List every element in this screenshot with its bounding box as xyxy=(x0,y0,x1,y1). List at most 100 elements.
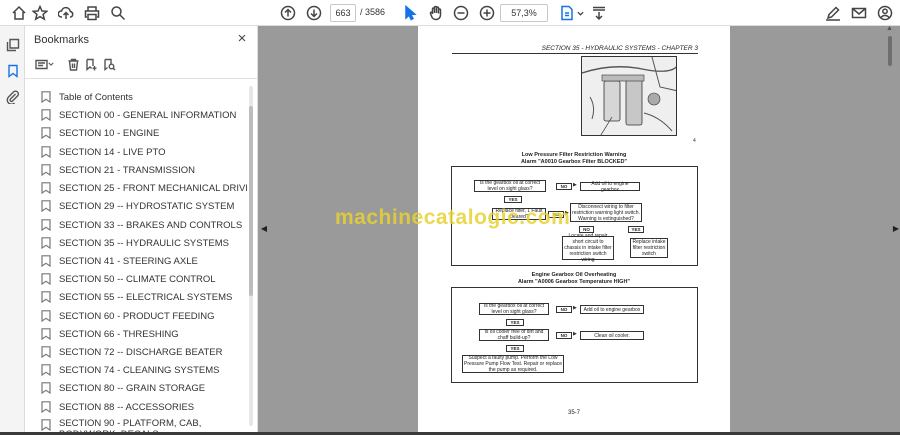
search-icon[interactable] xyxy=(109,4,127,22)
bookmarks-panel: Bookmarks × Table of Contents SECTION 00… xyxy=(25,26,258,435)
bookmark-icon xyxy=(41,273,51,286)
cloud-upload-icon[interactable] xyxy=(57,4,75,22)
bookmark-icon xyxy=(41,419,51,432)
collapse-left-icon[interactable]: ◀ xyxy=(260,222,268,236)
chart1-no-1: NO xyxy=(556,183,572,190)
bookmark-icon xyxy=(41,182,51,195)
print-icon[interactable] xyxy=(83,4,101,22)
document-viewer[interactable]: ◀ ▶ SECTION 35 - HYDRAULIC SYSTEMS - CHA… xyxy=(258,26,900,435)
edit-sign-icon[interactable] xyxy=(824,4,842,22)
account-icon[interactable] xyxy=(876,4,894,22)
close-panel-button[interactable]: × xyxy=(234,31,250,47)
bookmark-item[interactable]: SECTION 21 - TRANSMISSION xyxy=(41,161,195,179)
attachment-icon[interactable] xyxy=(4,88,21,105)
document-scrollbar-thumb[interactable] xyxy=(888,36,892,66)
read-mode-icon[interactable] xyxy=(590,4,608,22)
add-bookmark-icon[interactable] xyxy=(83,56,99,72)
bookmark-list: Table of Contents SECTION 00 - GENERAL I… xyxy=(25,79,247,435)
chart2-clean-cooler: Clean oil cooler. xyxy=(580,331,644,340)
chart1-add-oil: Add oil to engine gearbox xyxy=(580,181,640,193)
delete-bookmark-icon[interactable] xyxy=(65,56,81,72)
bookmark-icon xyxy=(41,346,51,359)
bookmark-item[interactable]: SECTION 29 -- HYDROSTATIC SYSTEM xyxy=(41,197,234,215)
next-page-icon[interactable] xyxy=(305,4,323,22)
bookmark-label: SECTION 72 -- DISCHARGE BEATER xyxy=(59,346,223,358)
bookmark-item[interactable]: SECTION 33 -- BRAKES AND CONTROLS xyxy=(41,216,242,234)
bookmark-item[interactable]: SECTION 50 -- CLIMATE CONTROL xyxy=(41,270,216,288)
chart1-yes-2: YES xyxy=(628,226,644,233)
chart2-frame: Is the gearbox oil at correct level on s… xyxy=(451,287,698,383)
options-chevron-icon[interactable] xyxy=(47,56,55,72)
chart2-yes-2: YES xyxy=(506,345,524,352)
chart1-question-oil-level: Is the gearbox oil at correct level on s… xyxy=(474,180,546,192)
bookmark-label: SECTION 21 - TRANSMISSION xyxy=(59,164,196,176)
bookmark-label: SECTION 14 - LIVE PTO xyxy=(59,146,166,158)
page-total-label: / 3586 xyxy=(360,7,386,17)
bookmark-item[interactable]: SECTION 60 - PRODUCT FEEDING xyxy=(41,307,215,325)
previous-page-icon[interactable] xyxy=(279,4,297,22)
bookmark-icon xyxy=(41,164,51,177)
bookmark-icon xyxy=(41,255,51,268)
bookmark-item[interactable]: SECTION 00 - GENERAL INFORMATION xyxy=(41,106,236,124)
bookmark-label: SECTION 33 -- BRAKES AND CONTROLS xyxy=(59,219,243,231)
bookmark-icon xyxy=(41,200,51,213)
chart1-alarm: Alarm "A0010 Gearbox Filter BLOCKED" xyxy=(520,159,628,165)
bookmark-label: SECTION 29 -- HYDROSTATIC SYSTEM xyxy=(59,200,235,212)
bookmark-item[interactable]: Table of Contents xyxy=(41,88,133,106)
fit-page-icon[interactable] xyxy=(558,4,576,22)
bookmark-item[interactable]: SECTION 80 -- GRAIN STORAGE xyxy=(41,379,205,397)
bookmark-icon xyxy=(41,382,51,395)
page-thumbnails-icon[interactable] xyxy=(4,36,21,53)
bookmark-item[interactable]: SECTION 66 - THRESHING xyxy=(41,325,179,343)
bookmark-item[interactable]: SECTION 72 -- DISCHARGE BEATER xyxy=(41,343,222,361)
page-header: SECTION 35 - HYDRAULIC SYSTEMS - CHAPTER… xyxy=(541,45,698,52)
bookmark-icon xyxy=(41,328,51,341)
hand-tool-icon[interactable] xyxy=(427,4,445,22)
bookmark-item[interactable]: SECTION 74 - CLEANING SYSTEMS xyxy=(41,361,219,379)
mail-icon[interactable] xyxy=(850,4,868,22)
bookmark-icon[interactable] xyxy=(4,62,21,79)
zoom-out-icon[interactable] xyxy=(452,4,470,22)
bookmark-label: SECTION 66 - THRESHING xyxy=(59,328,179,340)
bookmark-item[interactable]: SECTION 35 -- HYDRAULIC SYSTEMS xyxy=(41,234,229,252)
arrow-right-icon: ▶ xyxy=(573,331,577,337)
bookmark-item[interactable]: SECTION 55 -- ELECTRICAL SYSTEMS xyxy=(41,288,232,306)
bookmark-label: SECTION 41 - STEERING AXLE xyxy=(59,255,198,267)
bookmark-item[interactable]: SECTION 25 - FRONT MECHANICAL DRIVE xyxy=(41,179,247,197)
chart2-question-oil-level: Is the gearbox oil at correct level on s… xyxy=(479,303,549,315)
scroll-up-icon[interactable]: ▲ xyxy=(886,25,893,32)
bookmark-item[interactable]: SECTION 10 - ENGINE xyxy=(41,124,159,142)
bookmark-label: SECTION 00 - GENERAL INFORMATION xyxy=(59,109,237,121)
chart2-alarm: Alarm "A0006 Gearbox Temperature HIGH" xyxy=(517,279,631,285)
chart1-replace-switch: Replace intake filter restriction switch xyxy=(630,238,668,258)
zoom-in-icon[interactable] xyxy=(478,4,496,22)
bookmark-item[interactable]: SECTION 88 -- ACCESSORIES xyxy=(41,398,194,416)
bookmark-item[interactable]: SECTION 14 - LIVE PTO xyxy=(41,143,165,161)
chevron-down-icon[interactable] xyxy=(576,4,584,22)
pdf-page: SECTION 35 - HYDRAULIC SYSTEMS - CHAPTER… xyxy=(418,26,730,435)
bookmark-icon xyxy=(41,401,51,414)
document-scrollbar[interactable]: ▲ xyxy=(880,25,900,435)
bookmarks-panel-title: Bookmarks xyxy=(34,34,90,46)
chart2-question-cooler: Is oil cooler free of dirt and chaff bui… xyxy=(479,329,549,341)
chart2-yes-1: YES xyxy=(506,319,524,326)
zoom-level-input[interactable]: 57,3% xyxy=(500,4,548,22)
bookmark-label: SECTION 55 -- ELECTRICAL SYSTEMS xyxy=(59,291,233,303)
arrow-right-icon: ▶ xyxy=(573,182,577,188)
page-number-input[interactable]: 663 xyxy=(330,4,356,22)
bookmark-icon xyxy=(41,237,51,250)
home-icon[interactable] xyxy=(10,4,28,22)
find-bookmark-icon[interactable] xyxy=(101,56,117,72)
bookmark-label: SECTION 35 -- HYDRAULIC SYSTEMS xyxy=(59,237,229,249)
bookmark-item[interactable]: SECTION 41 - STEERING AXLE xyxy=(41,252,198,270)
watermark: machinecatalogic.com xyxy=(335,206,571,229)
chart1-repair-short: Locate and repair short circuit to chass… xyxy=(562,233,614,263)
select-cursor-icon[interactable] xyxy=(401,4,419,22)
chart2-no-2: NO xyxy=(556,332,572,339)
bookmarks-scrollbar-thumb[interactable] xyxy=(249,106,253,296)
toolbar: 663 / 3586 57,3% xyxy=(0,0,900,26)
bookmark-icon xyxy=(41,310,51,323)
bookmarks-scrollbar[interactable] xyxy=(249,86,253,426)
star-icon[interactable] xyxy=(31,4,49,22)
bookmark-icon xyxy=(41,109,51,122)
